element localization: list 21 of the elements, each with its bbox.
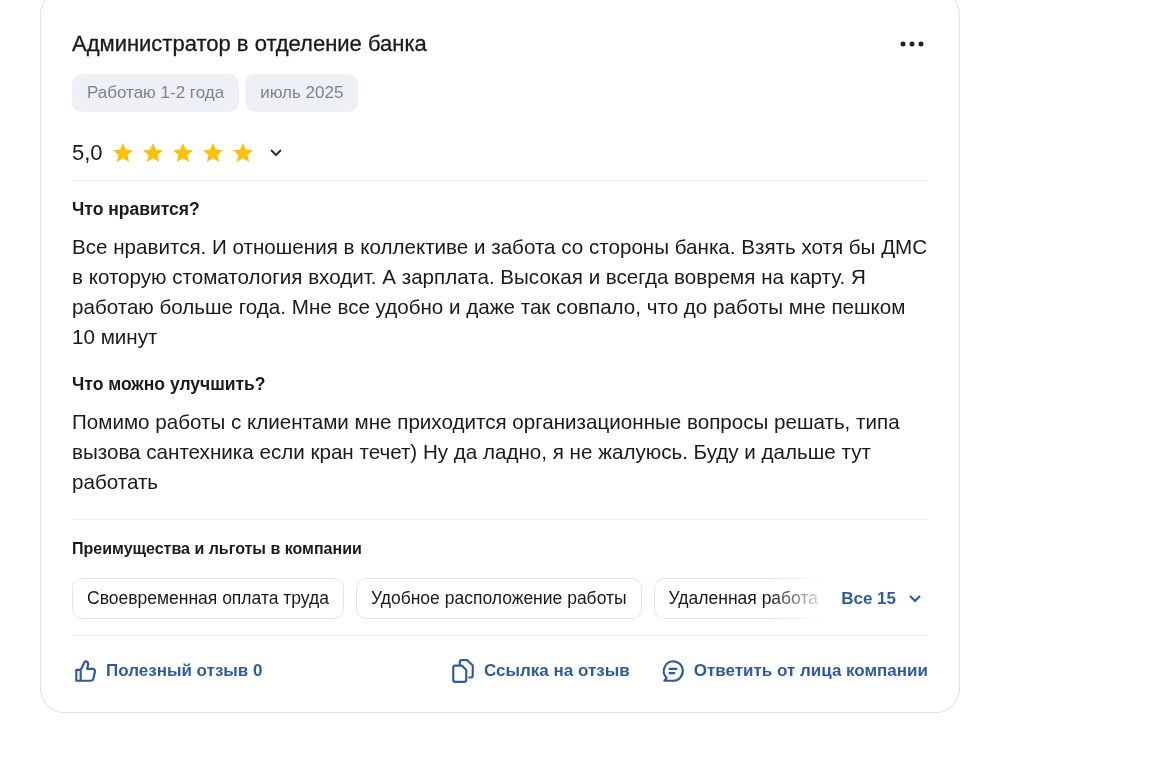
benefit-chip: Своевременная оплата труда bbox=[72, 578, 344, 619]
section-heading: Что можно улучшить? bbox=[72, 374, 267, 395]
copy-link-button[interactable]: Ссылка на отзыв bbox=[450, 658, 630, 684]
helpful-button[interactable]: Полезный отзыв 0 bbox=[72, 658, 263, 684]
tag: июль 2025 bbox=[245, 74, 359, 112]
chevron-down-icon bbox=[908, 593, 922, 604]
review-text: Помимо работы с клиентами мне приходится организационные вопросы решать, типа вызова сантехника если кран течет) Ну да ладно, я не жалуюсь. Буду и дальше тут работать bbox=[72, 409, 901, 495]
more-icon bbox=[900, 41, 924, 47]
chevron-icon bbox=[268, 148, 283, 158]
section-heading: Что нравится? bbox=[72, 199, 201, 220]
reply-button[interactable]: Ответить от лица компании bbox=[659, 658, 928, 684]
benefits-heading: Преимущества и льготы в компании bbox=[72, 540, 363, 558]
tag: Работаю 1-2 года bbox=[72, 74, 240, 112]
thumbs-up-icon bbox=[72, 658, 98, 684]
review-text: Все нравится. И отношения в коллективе и забота со стороны банка. Взять хотя бы ДМС в которую стоматология входит. А зарплата. Высокая и всегда вовремя на карту. Я работаю больше года. Мне все удобно и даже так совпало, что до работы мне пешком 10 минут bbox=[72, 234, 928, 350]
copy-icon bbox=[450, 658, 477, 684]
show-all-button[interactable]: Все 15 bbox=[841, 588, 928, 609]
review-title: Администратор в отделение банка bbox=[72, 31, 427, 57]
benefit-chip: Удаленная работа bbox=[653, 578, 820, 619]
benefit-chip: Удобное расположение работы bbox=[356, 578, 642, 619]
rating-value: 5,0 bbox=[72, 140, 103, 166]
